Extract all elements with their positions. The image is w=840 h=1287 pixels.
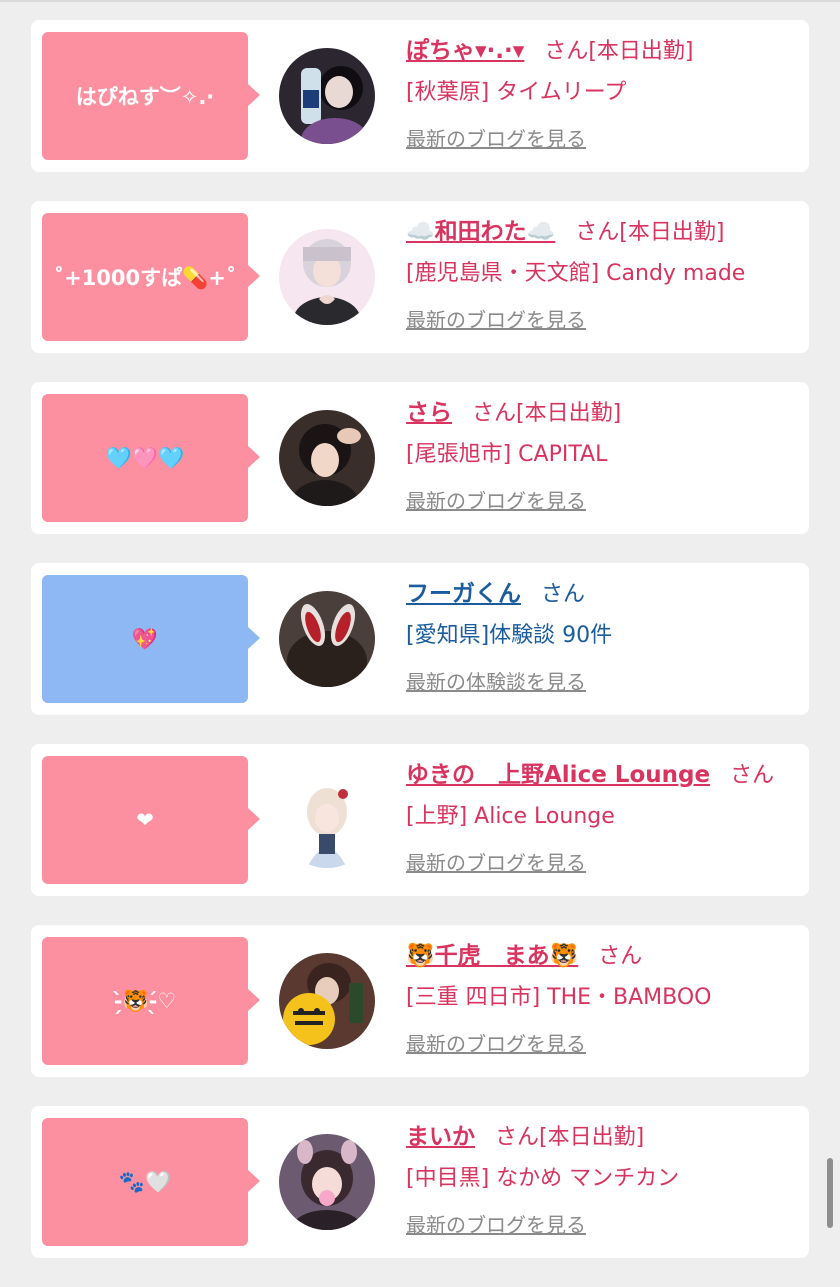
latest-blog-link[interactable]: 最新のブログを見る	[406, 1211, 586, 1239]
latest-review-link[interactable]: 最新の体験談を見る	[406, 668, 586, 696]
blog-info: 🐯千虎 まあ🐯 さん [三重 四日市] THE・BAMBOO 最新のブログを見る	[406, 937, 806, 1058]
status-badge: [本日出勤]	[539, 1125, 645, 1150]
blog-info: ぽちゃ▾·.·▾ さん[本日出勤] [秋葉原] タイムリープ 最新のブログを見る	[406, 32, 806, 153]
avatar[interactable]	[279, 48, 375, 144]
name-line: ぽちゃ▾·.·▾ さん[本日出勤]	[406, 32, 806, 71]
blog-info: まいか さん[本日出勤] [中目黒] なかめ マンチカン 最新のブログを見る	[406, 1118, 806, 1239]
honorific: さん	[495, 1125, 540, 1150]
message-text: ˚+1000すぱ💊+˚	[53, 266, 237, 290]
bubble-arrow	[248, 84, 260, 106]
list-item: -̗̀🐯-̖́♡ 🐯千虎 まあ🐯 さん [三重 四日市] THE・BAMBOO 最…	[31, 925, 809, 1077]
cast-name-link[interactable]: ☁️和田わた☁️	[406, 219, 555, 245]
list-item: 🐾🤍 まいか さん[本日出勤] [中目黒] なかめ マンチカン 最新のブログを見る	[31, 1106, 809, 1258]
name-line: さら さん[本日出勤]	[406, 394, 806, 433]
message-bubble: ˚+1000すぱ💊+˚	[42, 213, 248, 341]
scrollbar-thumb[interactable]	[827, 1158, 833, 1228]
name-line: ☁️和田わた☁️ さん[本日出勤]	[406, 213, 806, 252]
name-line: 🐯千虎 まあ🐯 さん	[406, 937, 806, 976]
cast-name-link[interactable]: フーガくん	[406, 581, 521, 607]
shop-text: [三重 四日市] THE・BAMBOO	[406, 985, 712, 1010]
message-text: 💖	[131, 626, 159, 651]
avatar[interactable]	[279, 1134, 375, 1230]
latest-blog-link[interactable]: 最新のブログを見る	[406, 306, 586, 334]
avatar[interactable]	[279, 229, 375, 325]
blog-list: はぴねす︶✧.· ぽちゃ▾·.·▾ さん[本日出勤] [秋葉原] タイムリープ 最…	[31, 20, 809, 1287]
message-text: 🐾🤍	[118, 1169, 172, 1194]
top-divider	[0, 0, 840, 2]
status-badge: [本日出勤]	[588, 39, 694, 64]
avatar[interactable]	[279, 591, 375, 687]
bubble-arrow	[248, 808, 260, 830]
latest-blog-link[interactable]: 最新のブログを見る	[406, 125, 586, 153]
blog-info: ☁️和田わた☁️ さん[本日出勤] [鹿児島県・天文館] Candy made 最…	[406, 213, 806, 334]
avatar[interactable]	[279, 953, 375, 1049]
name-line: まいか さん[本日出勤]	[406, 1118, 806, 1157]
message-text: ❤	[136, 808, 154, 832]
shop-text: [鹿児島県・天文館] Candy made	[406, 261, 746, 286]
honorific: さん	[730, 763, 775, 788]
message-text: -̗̀🐯-̖́♡	[113, 988, 177, 1013]
shop-text: [上野] Alice Lounge	[406, 804, 615, 829]
name-line: ゆきの 上野Alice Lounge さん	[406, 756, 806, 795]
message-bubble: 💖	[42, 575, 248, 703]
latest-blog-link[interactable]: 最新のブログを見る	[406, 1030, 586, 1058]
honorific: さん	[544, 39, 589, 64]
cast-name-link[interactable]: 🐯千虎 まあ🐯	[406, 943, 578, 969]
blog-info: フーガくん さん [愛知県]体験談 90件 最新の体験談を見る	[406, 575, 806, 696]
bubble-arrow	[248, 446, 260, 468]
honorific: さん	[472, 401, 517, 426]
shop-text: [尾張旭市] CAPITAL	[406, 442, 608, 467]
cast-name-link[interactable]: まいか	[406, 1124, 475, 1150]
message-text: はぴねす︶✧.·	[75, 85, 215, 109]
blog-info: ゆきの 上野Alice Lounge さん [上野] Alice Lounge 最…	[406, 756, 806, 877]
avatar[interactable]	[279, 772, 375, 868]
cast-name-link[interactable]: ぽちゃ▾·.·▾	[406, 38, 524, 64]
message-bubble: 🐾🤍	[42, 1118, 248, 1246]
latest-blog-link[interactable]: 最新のブログを見る	[406, 487, 586, 515]
bubble-arrow	[248, 989, 260, 1011]
shop-text: [中目黒] なかめ マンチカン	[406, 1166, 680, 1191]
status-badge: [本日出勤]	[619, 220, 725, 245]
bubble-arrow	[248, 1170, 260, 1192]
list-item: 🩵🩷🩵 さら さん[本日出勤] [尾張旭市] CAPITAL 最新のブログを見る	[31, 382, 809, 534]
message-bubble: ❤	[42, 756, 248, 884]
list-item: ❤ ゆきの 上野Alice Lounge さん [上野] Alice Lounge…	[31, 744, 809, 896]
name-line: フーガくん さん	[406, 575, 806, 614]
message-bubble: 🩵🩷🩵	[42, 394, 248, 522]
shop-text: [愛知県]体験談 90件	[406, 623, 613, 648]
blog-info: さら さん[本日出勤] [尾張旭市] CAPITAL 最新のブログを見る	[406, 394, 806, 515]
avatar[interactable]	[279, 410, 375, 506]
cast-name-link[interactable]: ゆきの 上野Alice Lounge	[406, 762, 710, 788]
message-bubble: -̗̀🐯-̖́♡	[42, 937, 248, 1065]
bubble-arrow	[248, 265, 260, 287]
message-bubble: はぴねす︶✧.·	[42, 32, 248, 160]
list-item: はぴねす︶✧.· ぽちゃ▾·.·▾ さん[本日出勤] [秋葉原] タイムリープ 最…	[31, 20, 809, 172]
bubble-arrow	[248, 627, 260, 649]
list-item: 💖 フーガくん さん [愛知県]体験談 90件 最新の体験談を見る	[31, 563, 809, 715]
list-item: ˚+1000すぱ💊+˚ ☁️和田わた☁️ さん[本日出勤] [鹿児島県・天文館] …	[31, 201, 809, 353]
honorific: さん	[541, 582, 586, 607]
honorific: さん	[598, 944, 643, 969]
status-badge: [本日出勤]	[516, 401, 622, 426]
shop-text: [秋葉原] タイムリープ	[406, 80, 627, 105]
cast-name-link[interactable]: さら	[406, 400, 452, 426]
honorific: さん	[575, 220, 620, 245]
message-text: 🩵🩷🩵	[105, 445, 185, 470]
latest-blog-link[interactable]: 最新のブログを見る	[406, 849, 586, 877]
